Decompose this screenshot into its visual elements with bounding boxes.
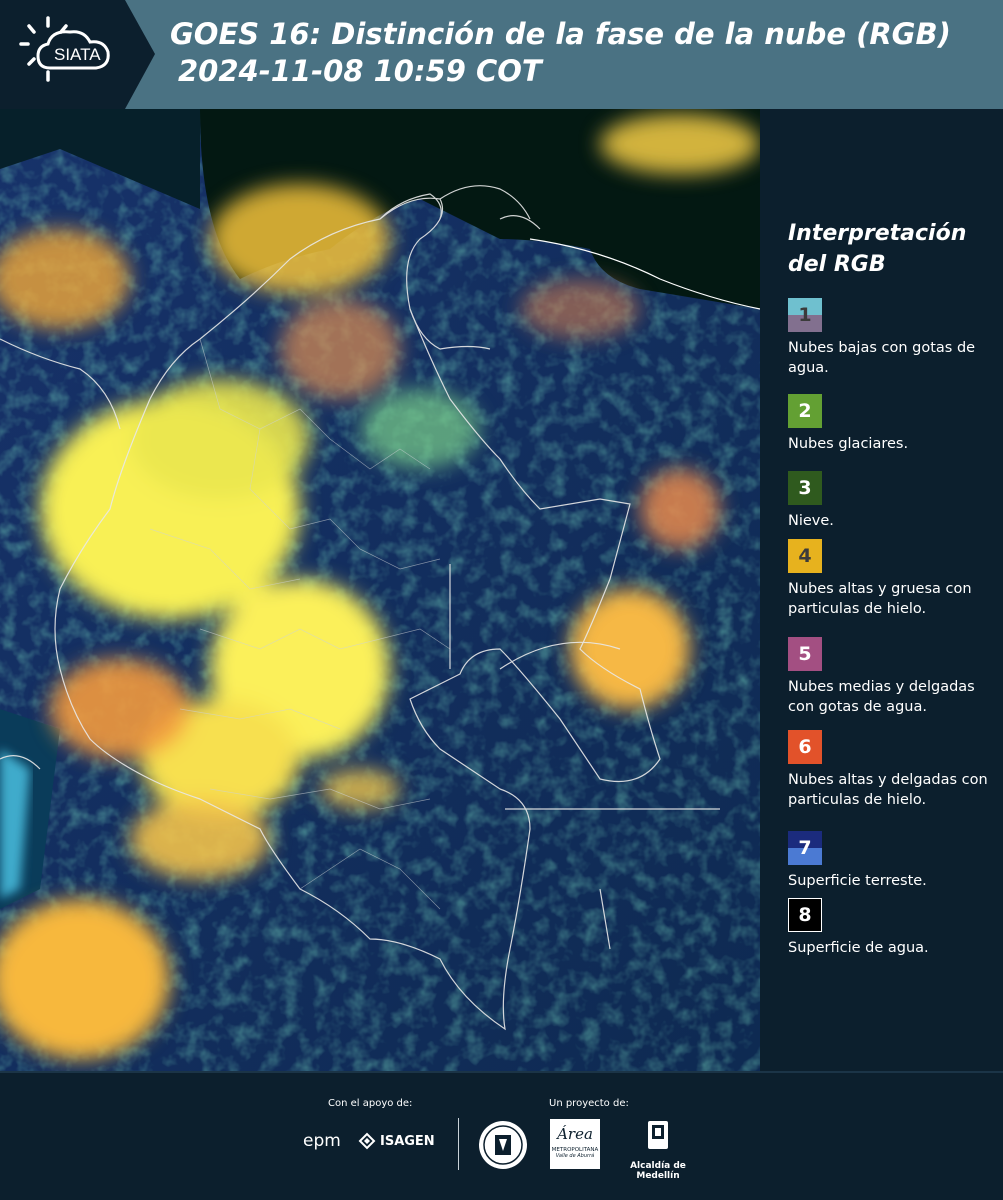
university-seal xyxy=(477,1119,529,1175)
isagen-icon xyxy=(358,1132,376,1150)
legend-swatch-number: 2 xyxy=(798,400,812,422)
satellite-image xyxy=(0,109,760,1071)
legend-item: 8 Superficie de agua. xyxy=(788,898,988,958)
legend-label: Nubes altas y gruesa con particulas de h… xyxy=(788,581,972,617)
area-metropolitana-logo: Área METROPOLITANA Valle de Aburrá xyxy=(550,1119,600,1169)
legend-swatch: 8 xyxy=(788,898,822,932)
title-line-1: GOES 16: Distinción de la fase de la nub… xyxy=(170,17,951,51)
legend-swatch: 3 xyxy=(788,471,822,505)
legend-item: 7 Superficie terreste. xyxy=(788,831,988,891)
legend-swatch: 2 xyxy=(788,394,822,428)
legend-swatch: 7 xyxy=(788,831,822,865)
legend-swatch-number: 5 xyxy=(798,643,812,665)
medellin-shield-icon xyxy=(648,1121,668,1149)
legend-swatch-number: 4 xyxy=(798,545,812,567)
legend-item: 1 Nubes bajas con gotas de agua. xyxy=(788,298,988,378)
legend-label: Nubes glaciares. xyxy=(788,436,909,452)
legend-swatch: 6 xyxy=(788,730,822,764)
alcaldia-logo: Alcaldía de Medellín xyxy=(608,1119,708,1181)
legend-item: 2 Nubes glaciares. xyxy=(788,394,988,454)
legend-label: Nieve. xyxy=(788,513,834,529)
legend-swatch-number: 3 xyxy=(798,477,812,499)
legend-item: 3 Nieve. xyxy=(788,471,988,531)
page-title: GOES 16: Distinción de la fase de la nub… xyxy=(170,16,951,90)
svg-text:SIATA: SIATA xyxy=(54,45,101,64)
header-bar: SIATA GOES 16: Distinción de la fase de … xyxy=(0,0,1003,109)
alcaldia-text: Alcaldía de Medellín xyxy=(630,1161,686,1181)
legend-item: 5 Nubes medias y delgadas con gotas de ag… xyxy=(788,637,988,717)
legend-panel: Interpretación del RGB 1 Nubes bajas con … xyxy=(788,218,998,956)
area-logo-sub2: Valle de Aburrá xyxy=(555,1153,595,1159)
legend-label: Nubes altas y delgadas con particulas de… xyxy=(788,772,988,808)
legend-swatch-number: 8 xyxy=(798,904,812,926)
legend-swatch: 5 xyxy=(788,637,822,671)
legend-title-line-2: del RGB xyxy=(788,252,886,277)
isagen-text: ISAGEN xyxy=(380,1133,435,1149)
legend-label: Superficie terreste. xyxy=(788,873,927,889)
legend-swatch-number: 6 xyxy=(798,736,812,758)
footer-separator xyxy=(458,1118,459,1170)
legend-title: Interpretación del RGB xyxy=(788,218,998,280)
legend-item: 4 Nubes altas y gruesa con particulas de … xyxy=(788,539,988,619)
legend-label: Nubes medias y delgadas con gotas de agu… xyxy=(788,679,975,715)
legend-swatch: 1 xyxy=(788,298,822,332)
title-line-2: 2024-11-08 10:59 COT xyxy=(178,54,542,88)
support-label: Con el apoyo de: xyxy=(328,1098,413,1109)
footer: Con el apoyo de: Un proyecto de: epm ISA… xyxy=(0,1071,1003,1200)
legend-swatch-number: 7 xyxy=(798,837,812,859)
legend-swatch-number: 1 xyxy=(798,304,812,326)
siata-logo: SIATA xyxy=(0,0,155,109)
area-logo-text: Área xyxy=(557,1125,593,1143)
legend-swatch: 4 xyxy=(788,539,822,573)
legend-label: Nubes bajas con gotas de agua. xyxy=(788,340,976,376)
legend-label: Superficie de agua. xyxy=(788,940,929,956)
university-seal-icon xyxy=(479,1121,527,1169)
epm-logo: epm xyxy=(303,1131,341,1151)
footer-divider xyxy=(0,1071,1003,1073)
isagen-logo: ISAGEN xyxy=(358,1132,435,1150)
legend-item: 6 Nubes altas y delgadas con particulas d… xyxy=(788,730,988,810)
project-label: Un proyecto de: xyxy=(549,1098,629,1109)
legend-title-line-1: Interpretación xyxy=(788,221,967,246)
